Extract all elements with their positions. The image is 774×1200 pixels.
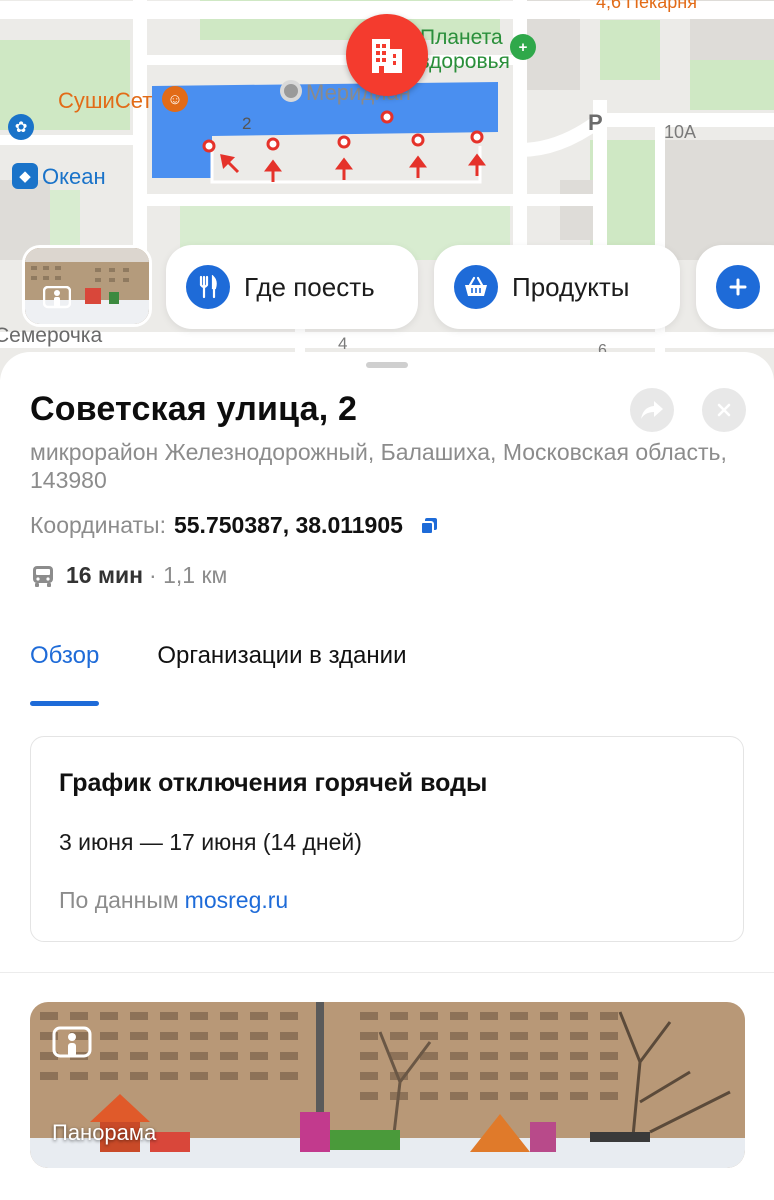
- chip-more[interactable]: [696, 245, 774, 329]
- map-label-okean[interactable]: Океан: [42, 164, 106, 190]
- route-distance: · 1,1 км: [149, 562, 228, 588]
- panorama-person-icon: [43, 286, 71, 309]
- map-view[interactable]: ✿ ◆ + ☺ СушиСет Океан Меридиан Планета з…: [0, 0, 774, 380]
- house-number-4: 4: [338, 334, 348, 353]
- house-number-2: 2: [242, 114, 252, 133]
- route-row[interactable]: 16 мин · 1,1 км: [30, 562, 227, 589]
- meridian-poi-icon[interactable]: [280, 80, 302, 102]
- hot-water-source: По данным mosreg.ru: [59, 887, 288, 914]
- map-label-planeta-line2: здоровья: [420, 50, 510, 73]
- place-card-sheet: Советская улица, 2 микрорайон Железнодор…: [0, 352, 774, 1200]
- section-divider: [0, 972, 774, 973]
- coordinates-row: Координаты: 55.750387, 38.011905: [30, 512, 439, 539]
- hot-water-source-prefix: По данным: [59, 887, 179, 913]
- copy-icon[interactable]: [419, 516, 439, 536]
- house-number-10a: 10А: [664, 122, 697, 142]
- place-title: Советская улица, 2: [30, 390, 358, 428]
- building-icon: [372, 39, 402, 73]
- coordinates-value[interactable]: 55.750387, 38.011905: [174, 512, 403, 539]
- hot-water-source-link[interactable]: mosreg.ru: [185, 887, 289, 913]
- coordinates-label: Координаты:: [30, 512, 166, 538]
- close-button[interactable]: [702, 388, 746, 432]
- chip-groceries-label: Продукты: [512, 271, 630, 302]
- shopping-bag-icon[interactable]: ◆: [12, 163, 38, 189]
- chip-where-to-eat[interactable]: Где поесть: [166, 245, 418, 329]
- map-label-pekarnya[interactable]: 4,6 Пекарня: [596, 0, 697, 13]
- route-minutes: 16 мин: [66, 562, 144, 588]
- pharmacy-plus-icon[interactable]: +: [510, 34, 536, 60]
- building-pin[interactable]: [346, 14, 428, 96]
- sheet-grabber[interactable]: [366, 362, 408, 368]
- place-tabs: Обзор Организации в здании: [30, 642, 464, 706]
- plus-icon: [716, 265, 760, 309]
- panorama-label: Панорама: [52, 1120, 157, 1145]
- tab-organizations[interactable]: Организации в здании: [157, 642, 406, 692]
- tab-overview[interactable]: Обзор: [30, 642, 100, 706]
- fork-knife-icon: [186, 265, 230, 309]
- basket-icon: [454, 265, 498, 309]
- sushi-icon[interactable]: ☺: [162, 86, 188, 112]
- hot-water-title: График отключения горячей воды: [59, 769, 488, 797]
- bus-icon: [33, 565, 53, 587]
- chip-where-to-eat-label: Где поесть: [244, 271, 375, 302]
- hot-water-dates: 3 июня — 17 июня (14 дней): [59, 829, 362, 855]
- map-label-planeta[interactable]: Планета здоровья: [420, 26, 510, 74]
- panorama-preview[interactable]: Панорама: [30, 1002, 745, 1168]
- panorama-person-icon: [52, 1026, 92, 1058]
- panorama-thumbnail[interactable]: [22, 245, 152, 327]
- share-button[interactable]: [630, 388, 674, 432]
- place-address: микрорайон Железнодорожный, Балашиха, Мо…: [30, 439, 727, 493]
- parking-icon: P: [588, 110, 603, 135]
- map-label-sushi[interactable]: СушиСет: [58, 88, 152, 114]
- share-arrow-icon: [641, 401, 663, 419]
- hot-water-card[interactable]: График отключения горячей воды 3 июня — …: [30, 736, 744, 942]
- chip-groceries[interactable]: Продукты: [434, 245, 680, 329]
- map-label-shop[interactable]: Семерочка: [0, 324, 102, 348]
- close-icon: [717, 403, 731, 417]
- map-label-planeta-line1: Планета: [420, 26, 503, 49]
- pet-shop-icon[interactable]: ✿: [8, 114, 34, 140]
